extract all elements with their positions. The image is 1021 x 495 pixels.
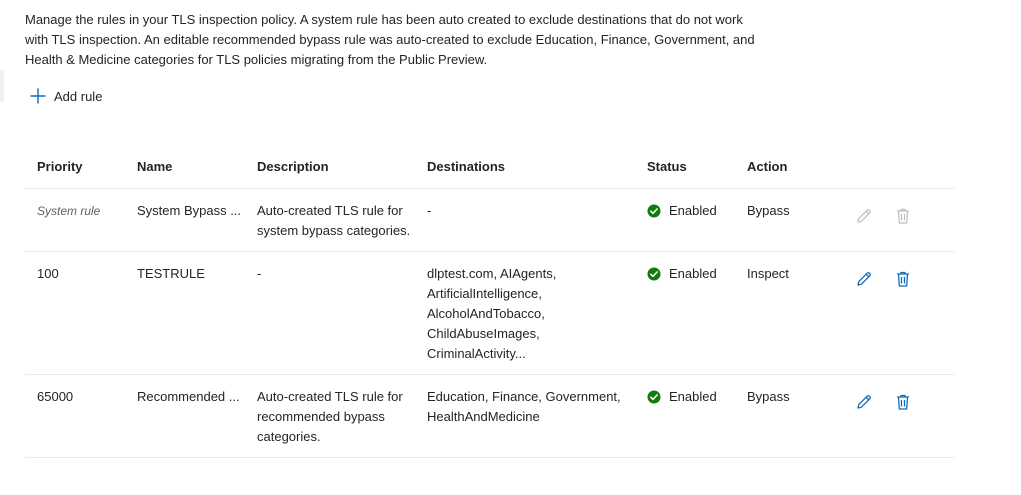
trash-icon: [897, 271, 909, 287]
header-name[interactable]: Name: [137, 157, 249, 177]
row-status-label: Enabled: [669, 389, 717, 404]
check-circle-icon: [647, 390, 661, 404]
add-rule-button[interactable]: Add rule: [30, 84, 102, 108]
pencil-icon: [857, 395, 871, 409]
plus-icon: [30, 88, 46, 104]
row-description: -: [257, 266, 262, 281]
header-action[interactable]: Action: [747, 157, 837, 177]
row-status-label: Enabled: [669, 266, 717, 281]
header-destinations[interactable]: Destinations: [427, 157, 639, 177]
row-operations: [853, 205, 933, 227]
row-status: Enabled: [647, 264, 742, 284]
left-edge-divider: [0, 70, 4, 102]
table-row[interactable]: 100 TESTRULE - dlptest.com, AIAgents, Ar…: [25, 252, 955, 375]
header-status[interactable]: Status: [647, 157, 742, 177]
edit-button[interactable]: [853, 391, 875, 413]
row-priority: 100: [37, 266, 59, 281]
table-row[interactable]: System rule System Bypass ... Auto-creat…: [25, 189, 955, 252]
row-name: Recommended ...: [137, 389, 240, 404]
trash-icon: [897, 208, 909, 224]
row-action: Inspect: [747, 266, 789, 281]
row-status-label: Enabled: [669, 203, 717, 218]
row-priority: System rule: [37, 204, 101, 218]
table-header: Priority Name Description Destinations S…: [25, 148, 955, 189]
intro-description: Manage the rules in your TLS inspection …: [25, 12, 755, 67]
row-action: Bypass: [747, 203, 790, 218]
row-priority: 65000: [37, 389, 74, 404]
delete-button[interactable]: [892, 268, 914, 290]
header-description[interactable]: Description: [257, 157, 417, 177]
header-priority[interactable]: Priority: [37, 157, 132, 177]
row-operations: [853, 268, 933, 290]
check-circle-icon: [647, 267, 661, 281]
edit-button[interactable]: [853, 268, 875, 290]
row-description: Auto-created TLS rule for system bypass …: [257, 203, 411, 238]
row-status: Enabled: [647, 387, 742, 407]
row-operations: [853, 391, 933, 413]
row-status: Enabled: [647, 201, 742, 221]
add-rule-label: Add rule: [54, 88, 103, 104]
row-name: System Bypass ...: [137, 203, 242, 218]
delete-button-disabled: [892, 205, 914, 227]
row-description: Auto-created TLS rule for recommended by…: [257, 389, 403, 444]
delete-button[interactable]: [892, 391, 914, 413]
tls-rules-page: Manage the rules in your TLS inspection …: [0, 0, 1021, 495]
table-row[interactable]: 65000 Recommended ... Auto-created TLS r…: [25, 375, 955, 458]
row-destinations: -: [427, 203, 432, 218]
row-destinations: dlptest.com, AIAgents, ArtificialIntelli…: [427, 266, 557, 361]
pencil-icon: [857, 209, 871, 223]
check-circle-icon: [647, 204, 661, 218]
edit-button-disabled: [853, 205, 875, 227]
pencil-icon: [857, 272, 871, 286]
rules-table: Priority Name Description Destinations S…: [25, 148, 955, 458]
row-destinations: Education, Finance, Government, HealthAn…: [427, 389, 621, 424]
trash-icon: [897, 394, 909, 410]
row-name: TESTRULE: [137, 266, 205, 281]
row-action: Bypass: [747, 389, 790, 404]
